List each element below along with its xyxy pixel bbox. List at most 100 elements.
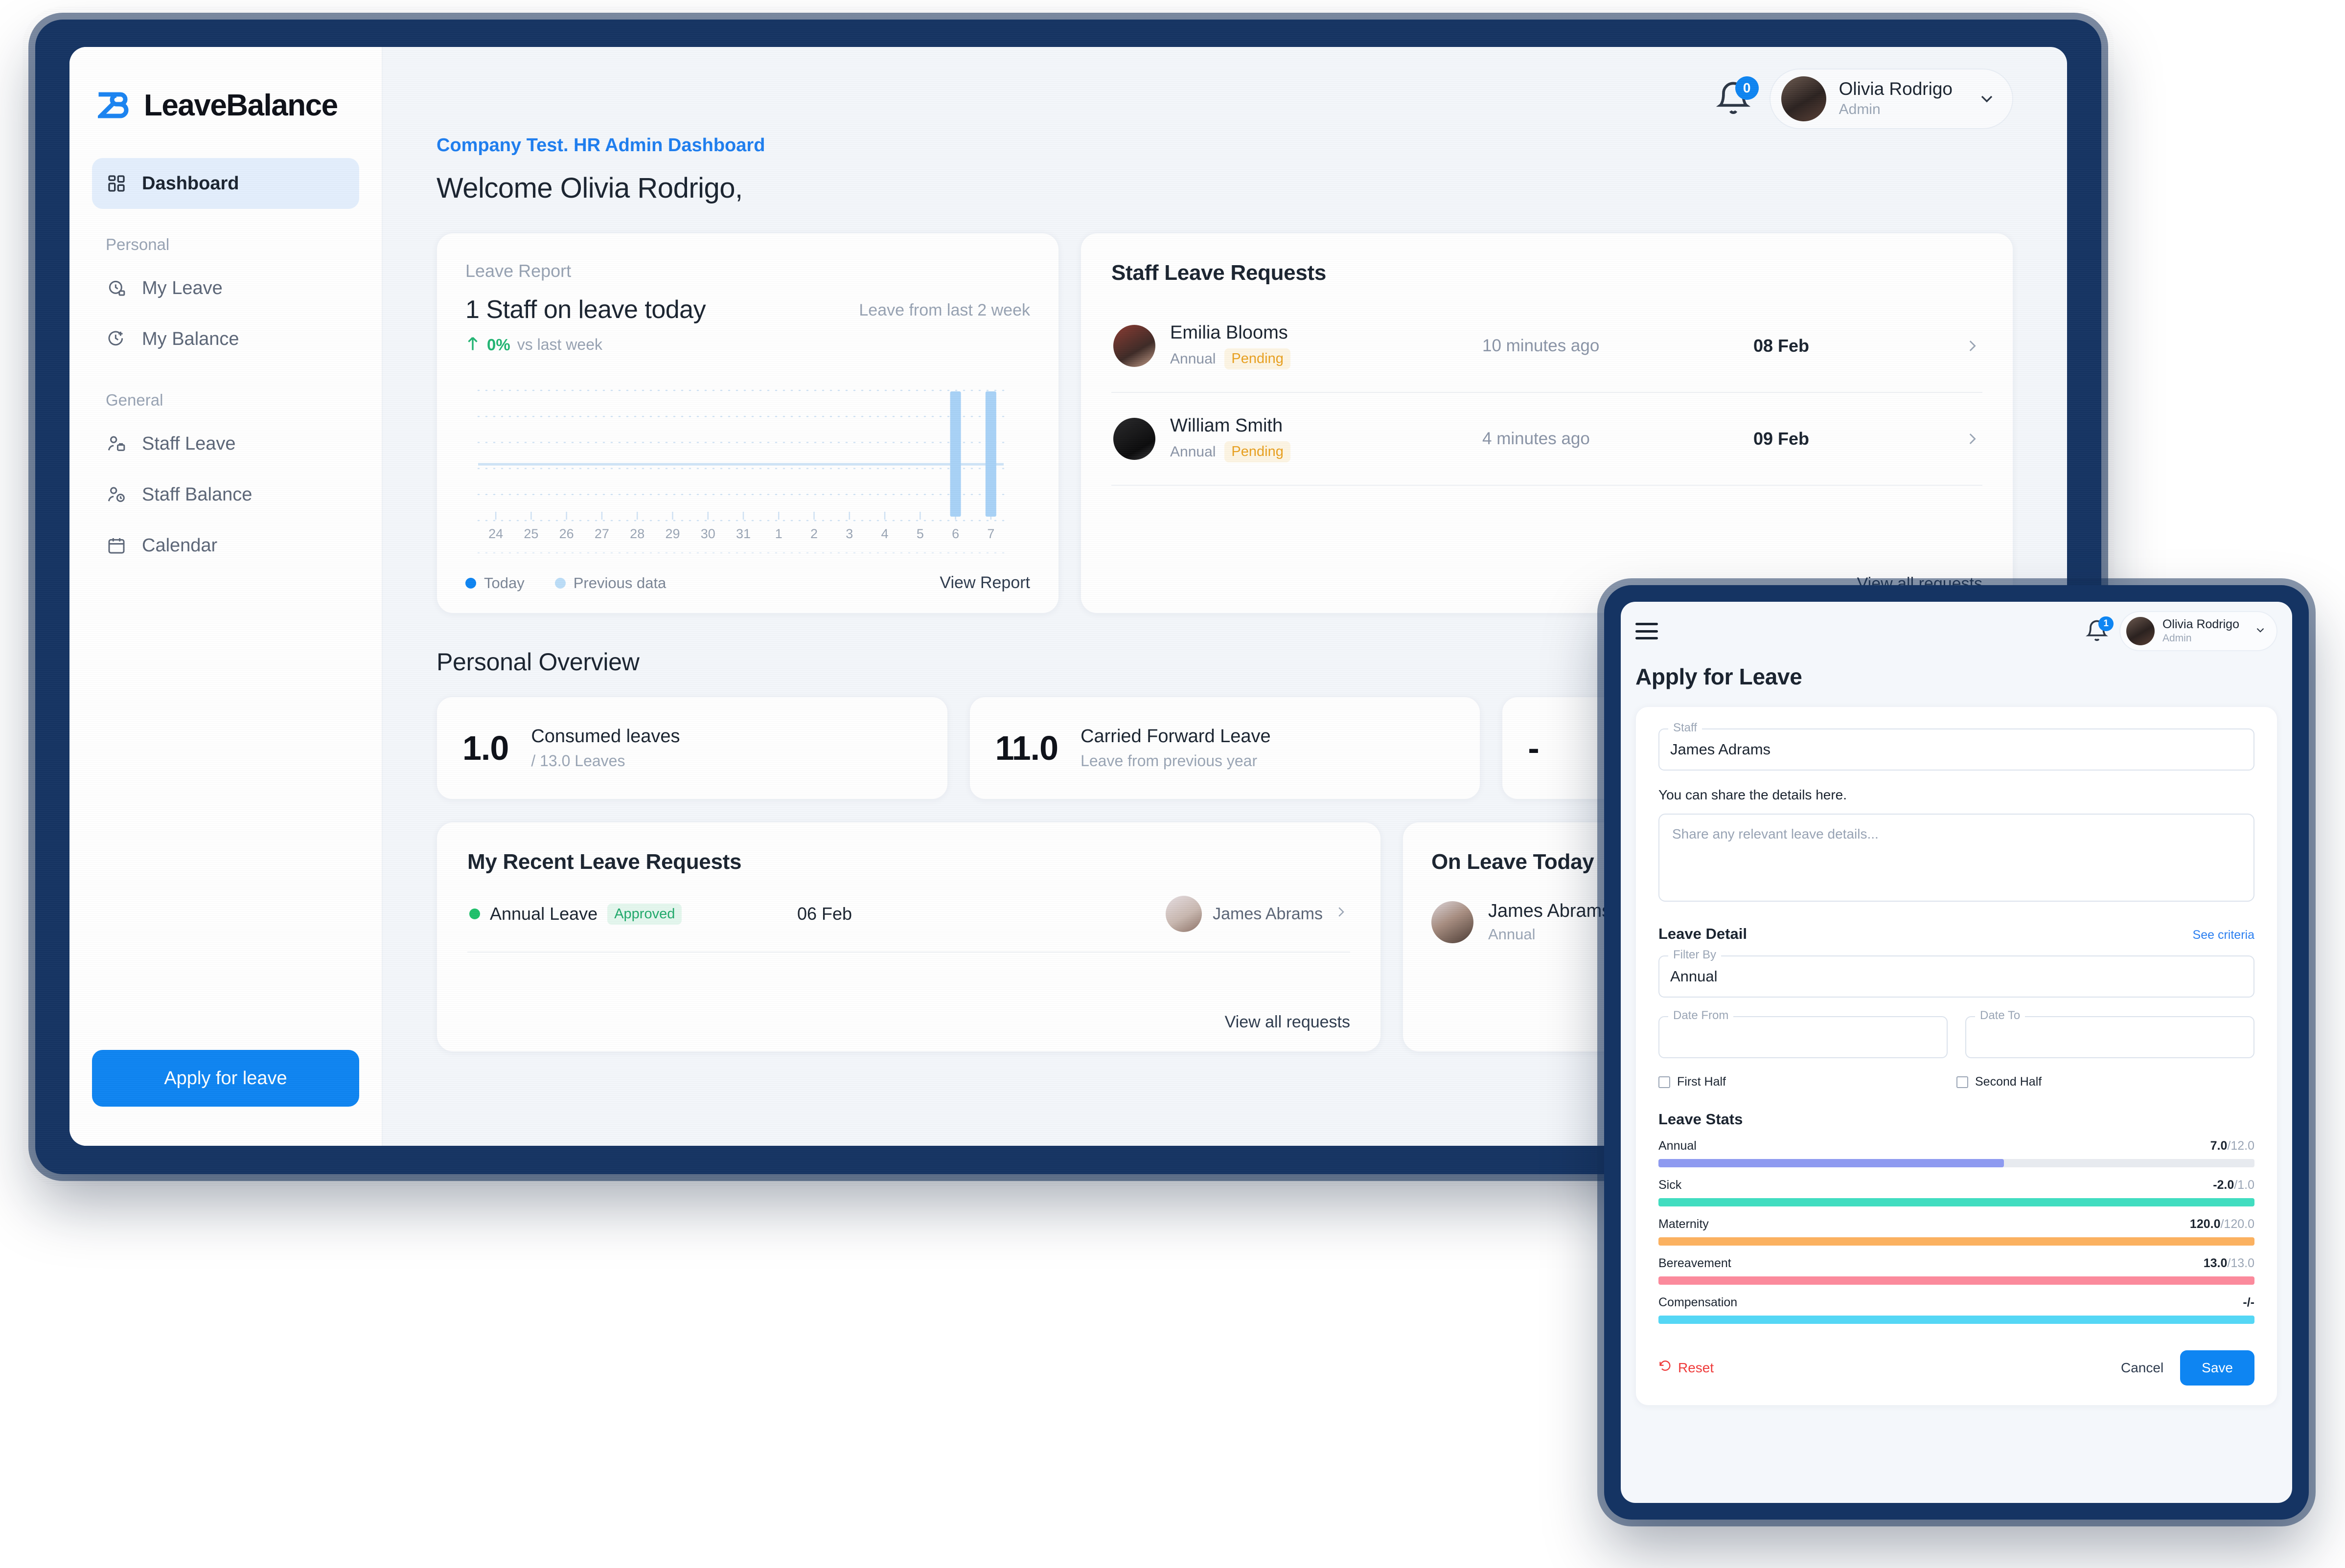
calendar-icon <box>106 535 127 556</box>
reset-button[interactable]: Reset <box>1658 1360 1714 1377</box>
svg-text:1: 1 <box>775 526 782 541</box>
second-half-checkbox[interactable]: Second Half <box>1956 1075 2254 1089</box>
filter-by-select[interactable]: Filter By Annual <box>1658 955 2254 998</box>
notification-count-badge: 0 <box>1735 76 1759 100</box>
svg-text:3: 3 <box>846 526 853 541</box>
leavebalance-logo-icon <box>98 91 134 121</box>
table-row[interactable]: Emilia Blooms Annual Pending 10 minutes … <box>1111 300 1982 393</box>
chevron-right-icon[interactable] <box>1333 905 1348 924</box>
staff-field-label: Staff <box>1668 721 1702 735</box>
see-criteria-link[interactable]: See criteria <box>2193 928 2254 942</box>
notifications-button[interactable]: 1 <box>2084 618 2110 644</box>
legend-previous-swatch <box>555 578 566 589</box>
svg-text:27: 27 <box>595 526 609 541</box>
my-recent-leave-requests-card: My Recent Leave Requests Annual Leave Ap… <box>437 822 1381 1052</box>
chevron-right-icon[interactable] <box>1964 431 1980 447</box>
user-briefcase-icon <box>106 433 127 454</box>
leave-stat-total: /1.0 <box>2234 1178 2254 1192</box>
checkbox-icon <box>1658 1076 1670 1088</box>
recent-requests-title: My Recent Leave Requests <box>467 850 1350 874</box>
svg-text:25: 25 <box>524 526 538 541</box>
svg-text:5: 5 <box>917 526 924 541</box>
request-name: William Smith <box>1170 415 1290 436</box>
tablet-device-frame: 1 Olivia Rodrigo Admin Apply for Lea <box>1604 585 2309 1520</box>
reset-label: Reset <box>1678 1360 1714 1376</box>
sidebar-item-dashboard[interactable]: Dashboard <box>92 158 359 209</box>
leave-stat-value: -/- <box>2243 1295 2254 1309</box>
table-row[interactable]: William Smith Annual Pending 4 minutes a… <box>1111 393 1982 486</box>
avatar <box>1113 418 1155 460</box>
legend-today-swatch <box>465 578 476 589</box>
user-role: Admin <box>1839 100 1953 119</box>
sidebar-group-general: General <box>92 391 359 409</box>
chevron-right-icon[interactable] <box>1964 338 1980 354</box>
leave-report-delta: 0% <box>487 336 510 354</box>
app-logo: LeaveBalance <box>92 47 359 123</box>
user-name: Olivia Rodrigo <box>1839 79 1953 100</box>
leave-stat-row: Bereavement 13.0/13.0 <box>1658 1256 2254 1285</box>
sidebar-item-label: My Leave <box>142 278 223 299</box>
leave-stat-bar <box>1658 1237 2254 1246</box>
leave-stat-total: /120.0 <box>2220 1217 2254 1231</box>
date-from-field[interactable]: Date From <box>1658 1016 1948 1058</box>
leave-details-textarea[interactable]: Share any relevant leave details... <box>1658 814 2254 902</box>
sidebar-item-label: My Balance <box>142 329 239 350</box>
leave-stat-row: Sick -2.0/1.0 <box>1658 1178 2254 1206</box>
svg-text:7: 7 <box>987 526 994 541</box>
user-name: Olivia Rodrigo <box>2162 617 2239 632</box>
stat-sub: Leave from previous year <box>1081 752 1271 770</box>
sidebar-item-label: Staff Leave <box>142 433 236 454</box>
leave-stat-total: /12.0 <box>2227 1139 2254 1153</box>
hamburger-menu-icon[interactable] <box>1635 623 1658 639</box>
clock-plus-icon <box>106 328 127 350</box>
recent-type: Annual Leave <box>490 904 598 924</box>
leave-stat-bar <box>1658 1198 2254 1206</box>
avatar <box>1781 76 1826 121</box>
view-report-link[interactable]: View Report <box>940 573 1030 592</box>
recent-requests-view-all-link[interactable]: View all requests <box>467 996 1350 1032</box>
details-help-text: You can share the details here. <box>1658 787 2254 803</box>
user-menu[interactable]: Olivia Rodrigo Admin <box>2119 611 2277 651</box>
breadcrumb[interactable]: Company Test. HR Admin Dashboard <box>437 135 2013 156</box>
leave-stat-value: 7.0 <box>2210 1139 2228 1153</box>
checkbox-icon <box>1956 1076 1968 1088</box>
list-item[interactable]: Annual Leave Approved 06 Feb James Abram… <box>467 874 1350 953</box>
request-type: Annual <box>1170 351 1216 367</box>
on-leave-type: Annual <box>1488 926 1611 943</box>
legend-previous-label: Previous data <box>574 574 667 592</box>
save-button[interactable]: Save <box>2180 1350 2254 1386</box>
sidebar-item-calendar[interactable]: Calendar <box>92 520 359 571</box>
notifications-button[interactable]: 0 <box>1714 79 1753 118</box>
date-to-field[interactable]: Date To <box>1965 1016 2254 1058</box>
leave-detail-title: Leave Detail <box>1658 925 1747 943</box>
date-to-label: Date To <box>1975 1009 2025 1023</box>
sidebar-item-my-balance[interactable]: My Balance <box>92 314 359 364</box>
leave-stat-row: Compensation -/- <box>1658 1295 2254 1324</box>
svg-text:24: 24 <box>488 526 503 541</box>
user-clock-icon <box>106 484 127 505</box>
first-half-checkbox[interactable]: First Half <box>1658 1075 1956 1089</box>
chevron-down-icon <box>1977 89 1997 109</box>
stat-sub: / 13.0 Leaves <box>531 752 680 770</box>
status-badge: Approved <box>607 904 682 925</box>
second-half-label: Second Half <box>1975 1075 2042 1089</box>
leave-stat-bar <box>1658 1276 2254 1285</box>
stat-label: Carried Forward Leave <box>1081 726 1271 747</box>
filter-by-label: Filter By <box>1668 948 1721 962</box>
avatar <box>1431 901 1473 943</box>
user-menu[interactable]: Olivia Rodrigo Admin <box>1770 68 2013 129</box>
sidebar-item-label: Staff Balance <box>142 484 252 505</box>
trend-up-icon <box>465 335 480 354</box>
top-cards-row: Leave Report 1 Staff on leave today Leav… <box>437 233 2013 614</box>
screenshot-stage: LeaveBalance Dashboard Personal <box>0 0 2345 1568</box>
sidebar-item-my-leave[interactable]: My Leave <box>92 263 359 314</box>
sidebar-item-staff-balance[interactable]: Staff Balance <box>92 469 359 520</box>
apply-for-leave-button[interactable]: Apply for leave <box>92 1050 359 1107</box>
leave-report-title: Leave Report <box>465 261 1030 281</box>
sidebar-item-staff-leave[interactable]: Staff Leave <box>92 418 359 469</box>
cancel-button[interactable]: Cancel <box>2121 1360 2163 1376</box>
staff-field[interactable]: Staff James Adrams <box>1658 728 2254 771</box>
leave-report-chart: 24252627282930311234567 <box>465 374 1030 556</box>
leave-report-headline: 1 Staff on leave today <box>465 295 706 324</box>
leave-stat-bar-fill <box>1658 1159 2004 1167</box>
